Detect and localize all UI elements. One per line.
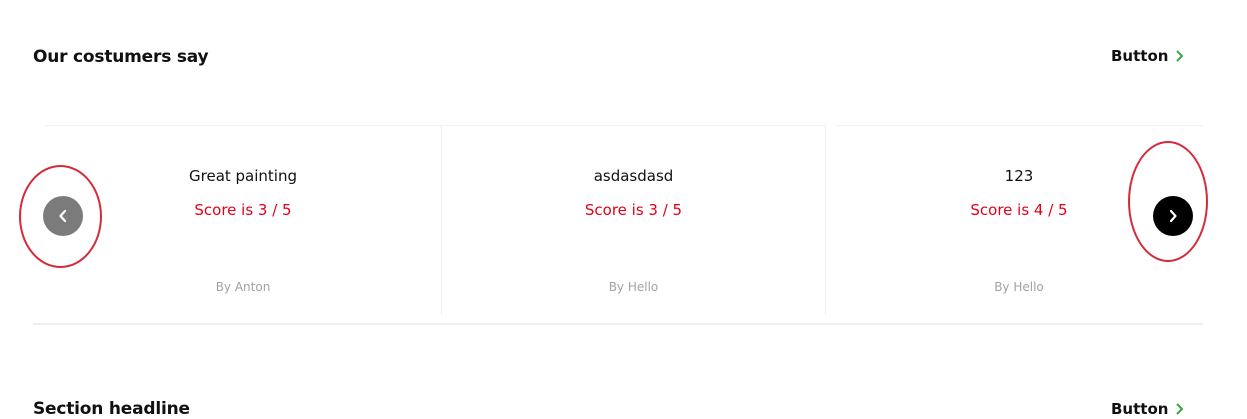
testimonial-author: By Hello	[994, 280, 1044, 294]
testimonial-author: By Hello	[608, 280, 659, 294]
carousel-next-button[interactable]	[1153, 196, 1193, 236]
testimonial-carousel: Great painting Score is 3 / 5 By Anton a…	[33, 125, 1203, 325]
section-button-label: Button	[1111, 47, 1169, 65]
testimonial-card: 123 Score is 4 / 5 By Hello	[835, 125, 1203, 315]
chevron-right-icon	[1176, 50, 1184, 62]
testimonial-title: 123	[1004, 167, 1034, 185]
testimonial-author: By Anton	[215, 280, 271, 294]
section-button[interactable]: Button	[1111, 47, 1184, 65]
testimonial-score: Score is 4 / 5	[970, 201, 1068, 219]
chevron-left-icon	[58, 209, 68, 223]
chevron-right-icon	[1168, 209, 1178, 223]
section-button-label: Button	[1111, 400, 1169, 418]
section-title: Our costumers say	[33, 47, 209, 67]
testimonial-card: Great painting Score is 3 / 5 By Anton	[45, 125, 442, 315]
testimonial-card: asdasdasd Score is 3 / 5 By Hello	[442, 125, 826, 315]
testimonial-score: Score is 3 / 5	[584, 201, 683, 219]
testimonial-title: asdasdasd	[593, 167, 674, 185]
section-divider	[33, 323, 1203, 325]
section-button[interactable]: Button	[1111, 400, 1184, 418]
testimonial-title: Great painting	[189, 167, 297, 185]
chevron-right-icon	[1176, 403, 1184, 415]
carousel-prev-button[interactable]	[43, 196, 83, 236]
section-title: Section headline	[33, 399, 190, 419]
testimonial-cards: Great painting Score is 3 / 5 By Anton a…	[45, 125, 1203, 315]
testimonial-score: Score is 3 / 5	[194, 201, 292, 219]
page: Our costumers say Button Great painting …	[0, 0, 1247, 419]
